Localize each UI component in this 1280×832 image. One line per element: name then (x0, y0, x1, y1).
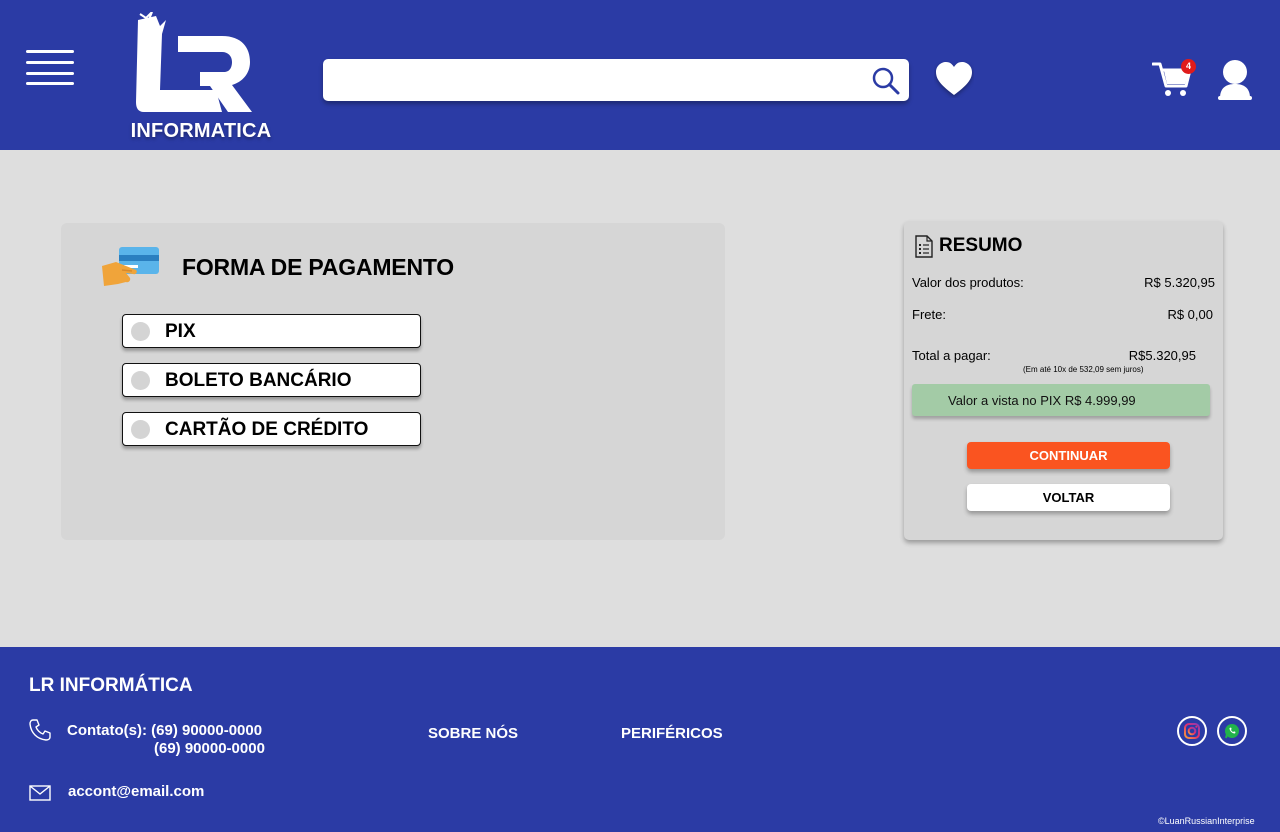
logo[interactable]: INFORMATICA (126, 11, 276, 144)
search-bar (323, 59, 909, 101)
whatsapp-icon[interactable] (1217, 716, 1247, 746)
logo-mark (136, 11, 252, 112)
contact-phone-1: Contato(s): (69) 90000-0000 (67, 722, 263, 739)
payment-option-boleto[interactable]: BOLETO BANCÁRIO (122, 363, 421, 397)
heart-icon[interactable] (934, 60, 974, 98)
shipping-value: R$ 0,00 (1167, 307, 1213, 322)
hamburger-menu-icon[interactable] (26, 50, 74, 86)
contact-email[interactable]: accont@email.com (68, 783, 204, 800)
payment-option-pix[interactable]: PIX (122, 314, 421, 348)
user-icon[interactable] (1216, 58, 1254, 102)
shipping-label: Frete: (912, 307, 946, 322)
total-value: R$5.320,95 (1128, 348, 1196, 363)
copyright: ©LuanRussianInterprise (1158, 816, 1255, 826)
back-button[interactable]: VOLTAR (967, 484, 1170, 511)
cart-count-badge: 4 (1181, 59, 1196, 74)
continue-button[interactable]: CONTINUAR (967, 442, 1170, 469)
summary-title: RESUMO (939, 235, 1023, 256)
document-icon (914, 235, 934, 258)
footer-link-peripherals[interactable]: PERIFÉRICOS (621, 725, 723, 742)
products-label: Valor dos produtos: (912, 275, 1024, 290)
total-label: Total a pagar: (912, 348, 991, 363)
installments-note: (Em até 10x de 532,09 sem juros) (1023, 365, 1144, 374)
mail-icon (29, 784, 51, 802)
contact-phone-2: (69) 90000-0000 (154, 740, 265, 757)
credit-card-icon (102, 246, 160, 288)
option-label: PIX (165, 321, 196, 342)
radio-button[interactable] (131, 420, 150, 439)
footer-link-about[interactable]: SOBRE NÓS (428, 725, 518, 742)
radio-button[interactable] (131, 322, 150, 341)
footer-brand: LR INFORMÁTICA (29, 675, 193, 696)
search-icon[interactable] (870, 65, 902, 97)
phone-icon (29, 719, 51, 741)
option-label: CARTÃO DE CRÉDITO (165, 419, 369, 440)
instagram-icon[interactable] (1177, 716, 1207, 746)
search-input[interactable] (323, 59, 863, 101)
products-value: R$ 5.320,95 (1144, 275, 1215, 290)
payment-title: FORMA DE PAGAMENTO (182, 254, 454, 280)
radio-button[interactable] (131, 371, 150, 390)
logo-wordmark: INFORMATICA (130, 120, 272, 142)
option-label: BOLETO BANCÁRIO (165, 370, 352, 391)
payment-option-credit-card[interactable]: CARTÃO DE CRÉDITO (122, 412, 421, 446)
pix-offer-text: Valor a vista no PIX R$ 4.999,99 (948, 393, 1136, 408)
